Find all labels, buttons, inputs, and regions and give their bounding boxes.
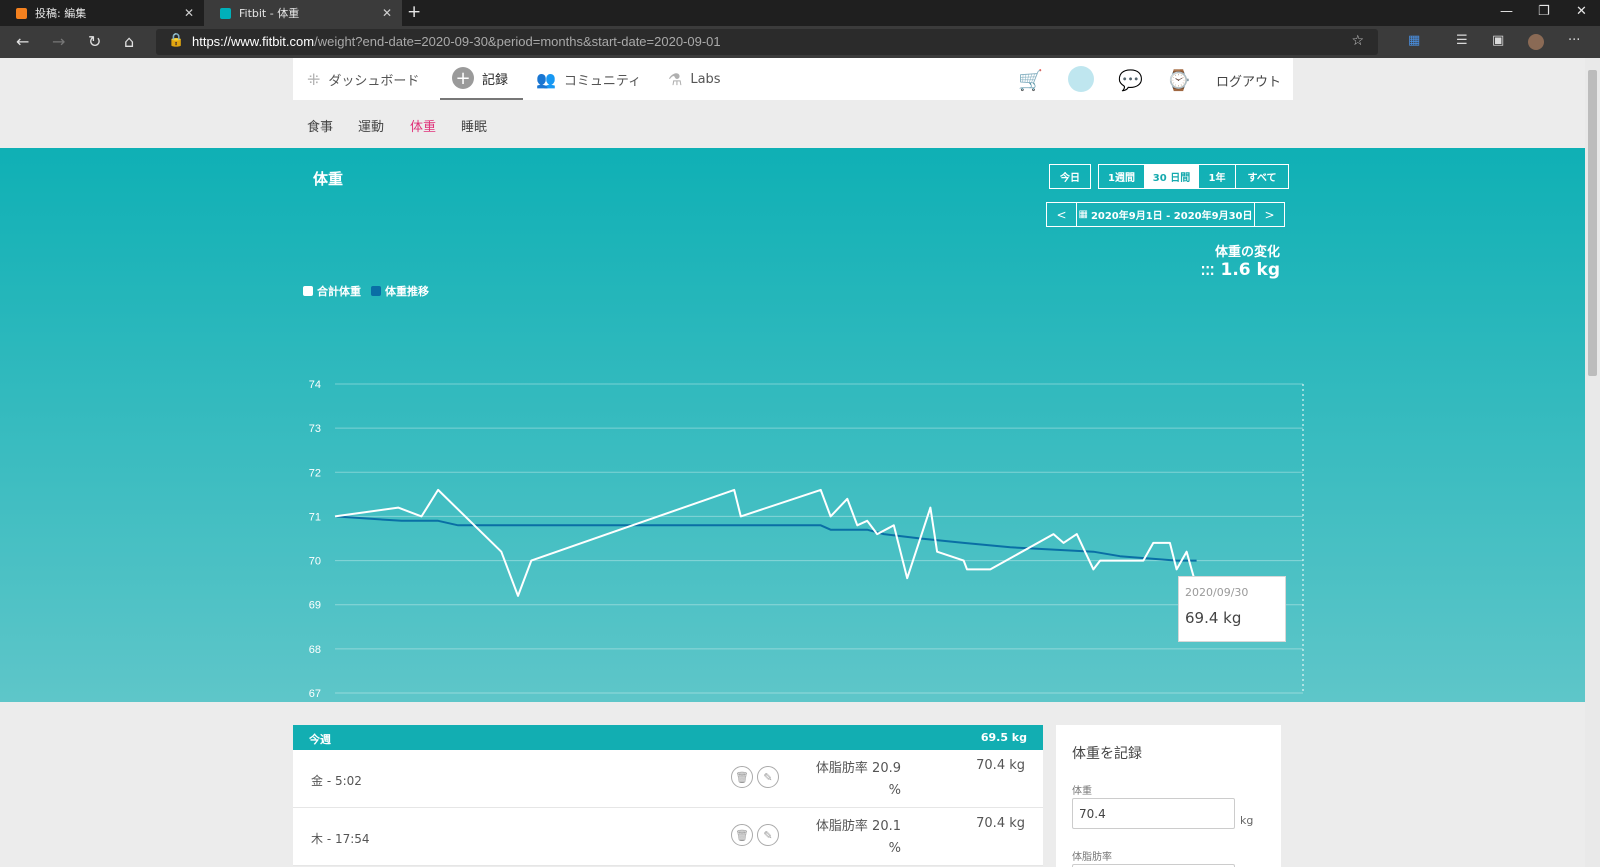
y-tick-label: 73 [309,423,321,435]
series-line [334,515,1197,562]
series-line [334,488,1198,597]
collections-icon[interactable]: ▣ [1492,33,1504,48]
nav-labs-label: Labs [690,71,721,87]
nav-community[interactable]: 👥 コミュニティ [536,58,641,100]
close-icon[interactable]: ✕ [382,6,392,20]
logout-link[interactable]: ログアウト [1216,71,1281,90]
log-list-header: 今週 69.5 kg [293,725,1043,750]
edit-icon[interactable]: ✎ [757,766,779,788]
list-item: 金 - 5:02 🗑 ✎ 体脂肪率 20.9 % 70.4 kg [293,750,1043,808]
chart-tooltip: 2020/09/30 69.4 kg [1178,576,1286,642]
browser-tab-blogger[interactable]: 投稿: 編集 ✕ [0,0,204,26]
more-icon[interactable]: ··· [1568,33,1580,48]
y-tick-label: 68 [309,644,321,656]
subnav-sleep[interactable]: 睡眠 [461,116,487,135]
fitbit-dots-icon: ⁜ [307,69,321,89]
forward-icon[interactable]: → [52,32,65,51]
y-tick-label: 71 [309,511,321,523]
body-fat: 体脂肪率 20.9 % [803,758,901,802]
translate-icon[interactable]: ▦ [1408,33,1420,48]
weight-log-list: 今週 69.5 kg 金 - 5:02 🗑 ✎ 体脂肪率 20.9 % 70.4… [293,725,1043,866]
weight-field-label: 体重 [1072,786,1092,797]
minimize-icon[interactable]: — [1500,4,1513,19]
list-item: 木 - 17:54 🗑 ✎ 体脂肪率 20.1 % 70.4 kg [293,808,1043,866]
body-fat: 体脂肪率 20.1 % [803,816,901,860]
body-fat-unit: % [888,841,901,856]
browser-toolbar: ← → ↻ ⌂ 🔒 https://www.fitbit.com/weight?… [0,26,1600,58]
y-tick-label: 74 [309,379,321,391]
top-navigation: ⁜ ダッシュボード + 記録 👥 コミュニティ ⚗ Labs 🛒 💬 ⌚ ログア… [293,58,1293,100]
scrollbar-thumb[interactable] [1588,70,1597,376]
log-weight: 70.4 kg [976,816,1025,831]
log-weight: 70.4 kg [976,758,1025,773]
weight-input[interactable]: 70.4 [1072,798,1235,829]
nav-labs[interactable]: ⚗ Labs [668,58,721,100]
log-time: 木 - 17:54 [311,832,370,846]
close-window-icon[interactable]: ✕ [1576,4,1587,19]
browser-tabbar: 投稿: 編集 ✕ Fitbit - 体重 ✕ + — ❐ ✕ [0,0,1600,26]
fitbit-icon [220,7,231,19]
browser-tab-fitbit[interactable]: Fitbit - 体重 ✕ [204,0,402,26]
tooltip-date: 2020/09/30 [1185,586,1249,599]
community-icon: 👥 [536,69,556,89]
restore-icon[interactable]: ❐ [1538,4,1550,19]
subnav-food[interactable]: 食事 [307,116,333,135]
page: ⁜ ダッシュボード + 記録 👥 コミュニティ ⚗ Labs 🛒 💬 ⌚ ログア… [0,58,1600,867]
subnav-exercise[interactable]: 運動 [358,116,384,135]
avatar[interactable] [1068,66,1094,92]
favorite-star-icon[interactable]: ☆ [1351,33,1364,49]
weight-unit: kg [1240,814,1254,827]
weight-log-form: 体重を記録 体重 70.4 kg 体脂肪率 [1056,725,1281,867]
week-label: 今週 [309,733,331,746]
url-path: /weight?end-date=2020-09-30&period=month… [314,34,721,49]
edit-icon[interactable]: ✎ [757,824,779,846]
y-tick-label: 70 [309,556,321,568]
address-bar[interactable]: 🔒 https://www.fitbit.com/weight?end-date… [156,29,1378,55]
weight-chart[interactable]: 7473727170696867Sep 6Sep 13Sep 20Sep 27 [0,148,1600,702]
nav-log-label: 記録 [482,72,509,88]
trash-icon[interactable]: 🗑 [731,766,753,788]
y-tick-label: 67 [309,688,321,700]
log-time: 金 - 5:02 [311,774,362,788]
flask-icon: ⚗ [668,69,683,89]
nav-dashboard-label: ダッシュボード [328,73,420,89]
body-fat-value: 体脂肪率 20.9 [815,761,901,776]
tab-title: Fitbit - 体重 [239,7,300,20]
blogger-icon [16,7,27,19]
lock-icon: 🔒 [168,33,185,48]
device-icon[interactable]: ⌚ [1166,68,1191,92]
tab-title: 投稿: 編集 [35,7,87,20]
nav-dashboard[interactable]: ⁜ ダッシュボード [307,58,419,100]
back-icon[interactable]: ← [16,32,29,51]
nav-log[interactable]: + 記録 [440,58,523,100]
reload-icon[interactable]: ↻ [88,32,101,51]
tooltip-value: 69.4 kg [1185,609,1242,627]
chat-icon[interactable]: 💬 [1118,68,1143,92]
week-average: 69.5 kg [980,731,1027,744]
new-tab-button[interactable]: + [407,2,421,22]
nav-community-label: コミュニティ [563,73,642,89]
favorites-icon[interactable]: ☰ [1456,33,1468,48]
y-tick-label: 69 [309,600,321,612]
cart-icon[interactable]: 🛒 [1018,68,1043,92]
plus-icon: + [452,67,474,89]
body-fat-unit: % [888,783,901,798]
home-icon[interactable]: ⌂ [124,32,134,51]
url-host: https://www.fitbit.com [192,34,315,49]
close-icon[interactable]: ✕ [184,6,194,20]
avatar[interactable] [1528,34,1544,50]
subnav-weight[interactable]: 体重 [410,116,436,135]
page-scrollbar[interactable] [1585,58,1600,867]
form-title: 体重を記録 [1072,746,1142,762]
weight-panel: 体重 今日 1週間 30 日間 1年 すべて < ▦ 2020年9月1日 - 2… [0,148,1600,753]
trash-icon[interactable]: 🗑 [731,824,753,846]
body-fat-value: 体脂肪率 20.1 [815,819,901,834]
y-tick-label: 72 [309,467,321,479]
body-fat-field-label: 体脂肪率 [1072,852,1112,863]
